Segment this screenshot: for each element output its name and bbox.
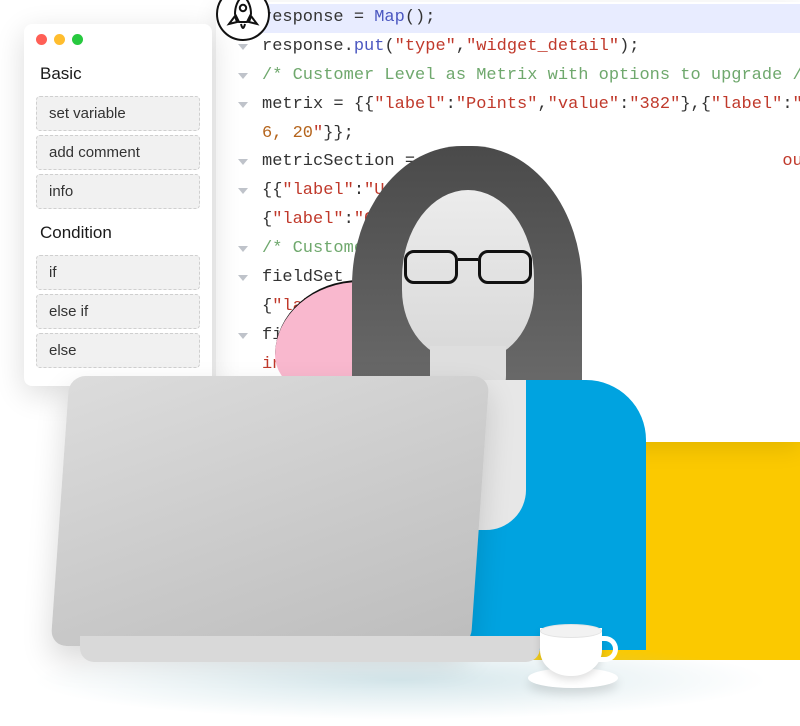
palette-chip[interactable]: else if xyxy=(36,294,200,329)
minimize-icon[interactable] xyxy=(54,34,65,45)
fold-arrow-icon[interactable] xyxy=(238,333,248,339)
code-line[interactable]: metrix = {{"label":"Points","value":"382… xyxy=(232,91,800,120)
blocks-palette: Basic set variable add comment info Conditio… xyxy=(24,24,212,386)
palette-group-label: Basic xyxy=(24,54,212,92)
code-line[interactable]: /* Customer Level as Metrix with options… xyxy=(232,62,800,91)
fold-arrow-icon[interactable] xyxy=(238,44,248,50)
fold-arrow-icon[interactable] xyxy=(238,275,248,281)
palette-chip[interactable]: else xyxy=(36,333,200,368)
fold-arrow-icon[interactable] xyxy=(238,73,248,79)
code-line[interactable]: response = Map(); xyxy=(232,4,800,33)
palette-chip[interactable]: set variable xyxy=(36,96,200,131)
fold-arrow-icon[interactable] xyxy=(238,102,248,108)
window-controls xyxy=(24,24,212,54)
code-line[interactable]: 6, 20"}}; xyxy=(232,120,800,149)
fold-arrow-icon[interactable] xyxy=(238,246,248,252)
laptop xyxy=(60,376,540,676)
palette-chip[interactable]: info xyxy=(36,174,200,209)
fold-arrow-icon[interactable] xyxy=(238,159,248,165)
coffee-cup xyxy=(540,624,620,686)
maximize-icon[interactable] xyxy=(72,34,83,45)
palette-chip[interactable]: if xyxy=(36,255,200,290)
code-line[interactable]: response.put("type","widget_detail"); xyxy=(232,33,800,62)
palette-chip[interactable]: add comment xyxy=(36,135,200,170)
rocket-icon xyxy=(215,0,271,42)
palette-group-label: Condition xyxy=(24,213,212,251)
close-icon[interactable] xyxy=(36,34,47,45)
fold-arrow-icon[interactable] xyxy=(238,188,248,194)
